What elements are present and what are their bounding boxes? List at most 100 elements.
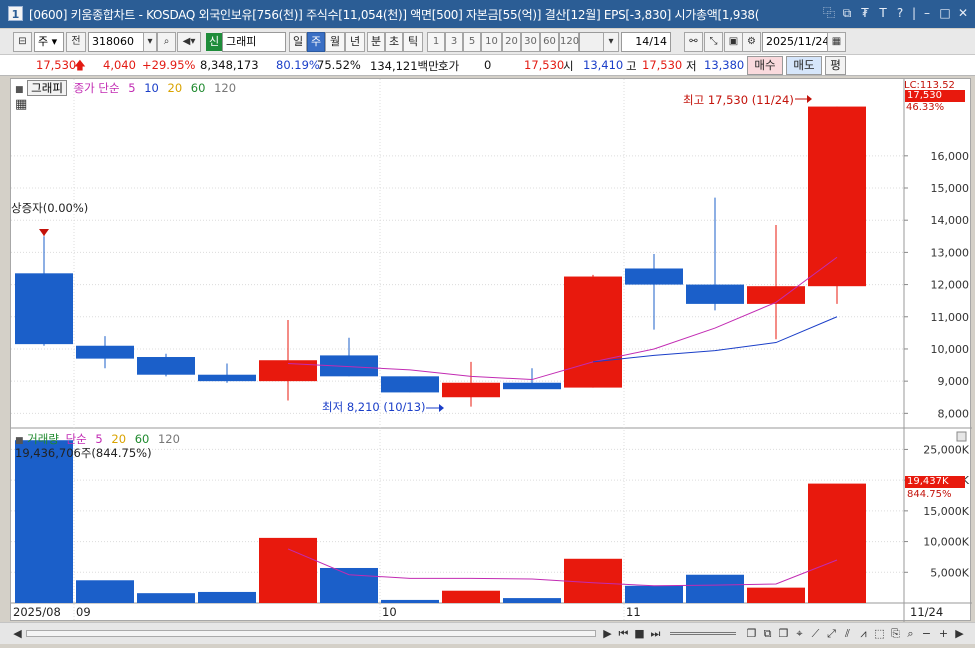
price-tick-label: 14,000 <box>931 214 970 227</box>
zoom-out-icon[interactable]: − <box>919 626 934 641</box>
period-day[interactable]: 일 <box>289 32 307 52</box>
legend-ma-60[interactable]: 60 <box>191 81 206 95</box>
prev-button[interactable]: 전 <box>66 32 86 52</box>
volume-bar <box>198 591 256 603</box>
interval-1[interactable]: 1 <box>427 32 445 52</box>
window-copy-icon[interactable]: ⧉ <box>840 5 854 21</box>
code-dropdown-icon[interactable]: ▾ <box>143 32 157 52</box>
chart-canvas[interactable]: 16,000 15,000 14,000 13,000 12,000 11,000 10,0… <box>11 79 972 622</box>
crosshair-icon[interactable]: ⌖ <box>792 626 807 641</box>
text-icon[interactable]: T <box>876 5 890 21</box>
candle-body <box>259 360 317 382</box>
legend-ma-10[interactable]: 10 <box>144 81 159 95</box>
rewind-icon[interactable]: ⏮ <box>616 626 631 641</box>
chart-area[interactable]: 16,000 15,000 14,000 13,000 12,000 11,000 10,0… <box>10 78 972 622</box>
open-label: 시 <box>563 59 574 73</box>
line-tool-icon[interactable]: ⟋ <box>808 626 823 641</box>
volume-bar <box>808 483 866 603</box>
window-icon[interactable]: ❐ <box>776 626 791 641</box>
tile-icon[interactable]: ⧉ <box>760 626 775 641</box>
layout-icon[interactable]: ⊟ <box>13 32 32 52</box>
fib-tool-icon[interactable]: ⩘ <box>856 626 871 641</box>
legend-vol-ma-20[interactable]: 20 <box>111 432 126 446</box>
scroll-left-icon[interactable]: ◀ <box>10 626 25 641</box>
price-tick-label: 11,000 <box>931 311 970 324</box>
window-number-icon[interactable]: 1 <box>8 6 23 21</box>
market-select[interactable]: 주 ▾ <box>34 32 64 52</box>
volume-bar <box>381 599 439 603</box>
shape-tool-icon[interactable]: ⬚ <box>872 626 887 641</box>
period-tick[interactable]: 틱 <box>403 32 423 52</box>
interval-30[interactable]: 30 <box>521 32 540 52</box>
candle-body <box>137 357 195 375</box>
zoom-in-icon[interactable]: + <box>936 626 951 641</box>
period-second[interactable]: 초 <box>385 32 403 52</box>
current-volume-tag: 19,437K <box>905 476 965 488</box>
interval-20[interactable]: 20 <box>502 32 521 52</box>
volume-bar <box>76 580 134 603</box>
settings-gear-icon[interactable]: ⚙ <box>742 32 761 52</box>
volume-tick-label: 10,000K <box>923 536 969 549</box>
period-week[interactable]: 주 <box>307 32 325 52</box>
current-pct-tag: 46.33% <box>906 102 945 113</box>
stop-icon[interactable]: ■ <box>632 626 647 641</box>
search-icon[interactable]: ⌕ <box>157 32 176 52</box>
legend-volume-ma-label: 단순 <box>65 432 87 446</box>
calendar-icon[interactable]: ▦ <box>827 32 846 52</box>
compare-icon[interactable]: ⚯ <box>684 32 703 52</box>
interval-5[interactable]: 5 <box>463 32 481 52</box>
help-icon[interactable]: ? <box>893 5 907 21</box>
period-month[interactable]: 월 <box>325 32 345 52</box>
stock-code-input[interactable]: 318060 <box>88 32 144 52</box>
interval-10[interactable]: 10 <box>481 32 502 52</box>
legend-volume-name[interactable]: 거래량 <box>27 432 59 446</box>
legend-ma-5[interactable]: 5 <box>128 81 135 95</box>
interval-3[interactable]: 3 <box>445 32 463 52</box>
legend-ma-20[interactable]: 20 <box>168 81 183 95</box>
date-input[interactable]: 2025/11/24 <box>762 32 828 52</box>
buy-button[interactable]: 매수 <box>747 56 783 75</box>
zoom-tool-icon[interactable]: ⤡ <box>704 32 723 52</box>
sell-button[interactable]: 매도 <box>786 56 822 75</box>
legend-ma-120[interactable]: 120 <box>214 81 236 95</box>
forward-icon[interactable]: ⏭ <box>648 626 663 641</box>
volume-bar <box>503 598 561 603</box>
text-tool-icon[interactable]: ⎘ <box>888 626 903 641</box>
scroll-right-icon[interactable]: ▶ <box>952 626 967 641</box>
volume-bar <box>625 585 683 603</box>
sound-icon[interactable]: ◀▾ <box>177 32 201 52</box>
grid-icon[interactable]: ▦ <box>15 97 27 112</box>
legend-vol-ma-120[interactable]: 120 <box>158 432 180 446</box>
pin-icon[interactable]: ₮ <box>858 5 872 21</box>
legend-vol-ma-5[interactable]: 5 <box>95 432 102 446</box>
zoom-icon[interactable]: ⌕ <box>903 626 918 641</box>
stock-name-field[interactable]: 그래피 <box>222 32 286 52</box>
eval-button[interactable]: 평 <box>825 56 846 75</box>
legend-stock-name[interactable]: 그래피 <box>27 80 67 96</box>
high-price: 17,530 <box>642 58 683 72</box>
play-icon[interactable]: ▶ <box>600 626 615 641</box>
price-tick-label: 10,000 <box>931 343 970 356</box>
period-minute[interactable]: 분 <box>367 32 385 52</box>
channel-tool-icon[interactable]: ⫽ <box>840 626 855 641</box>
maximize-button[interactable]: □ <box>938 5 952 21</box>
interval-60[interactable]: 60 <box>540 32 559 52</box>
trend-tool-icon[interactable]: ⤢ <box>824 626 839 641</box>
price-ma10-line <box>592 316 838 363</box>
x-label-3: 11 <box>626 605 641 619</box>
save-icon[interactable]: ▣ <box>724 32 743 52</box>
horizontal-scrollbar[interactable] <box>26 630 596 637</box>
window-icon[interactable]: ❐ <box>744 626 759 641</box>
link-icon[interactable]: ⿻ <box>822 5 836 21</box>
interval-dropdown-icon[interactable]: ▾ <box>603 32 619 52</box>
minimize-button[interactable]: – <box>920 5 934 21</box>
interval-120[interactable]: 120 <box>559 32 579 52</box>
low-label: 저 <box>686 59 697 73</box>
legend-vol-ma-60[interactable]: 60 <box>135 432 150 446</box>
period-year[interactable]: 년 <box>345 32 365 52</box>
close-button[interactable]: ✕ <box>956 5 970 21</box>
volume-bar <box>747 587 805 603</box>
count-field[interactable]: 14/14 <box>621 32 671 52</box>
candle-body <box>198 374 256 382</box>
speed-slider[interactable] <box>670 632 736 635</box>
